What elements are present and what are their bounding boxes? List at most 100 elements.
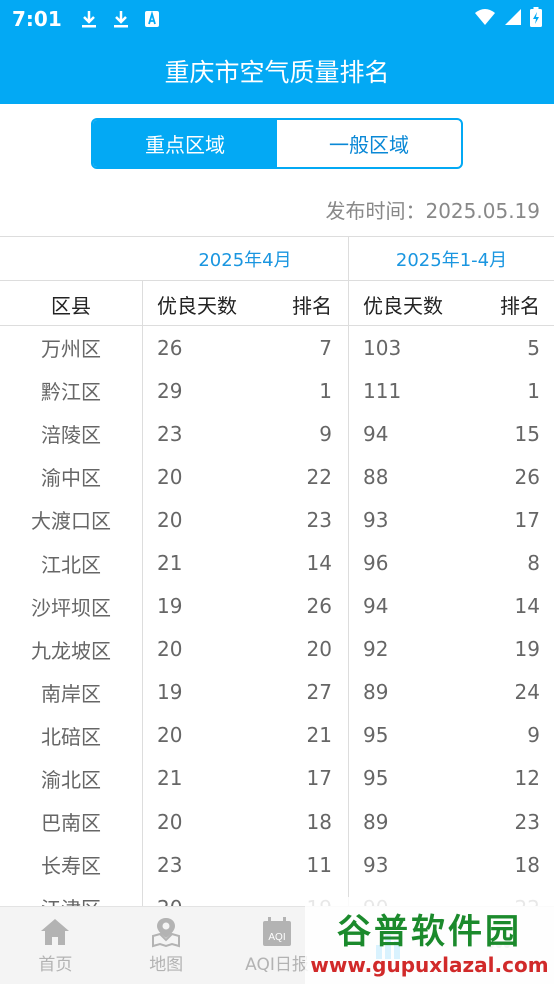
cell-rank-cumulative: 26 <box>514 464 540 489</box>
cell-district: 巴南区 <box>41 811 101 836</box>
cell-district: 长寿区 <box>41 854 101 879</box>
cell-good-days: 20 <box>157 464 183 489</box>
status-time: 7:01 <box>12 7 62 31</box>
table-row: 万州区 26 7 103 5 <box>0 326 554 369</box>
cell-good-days-cumulative: 89 <box>363 809 389 834</box>
cell-rank-cumulative: 8 <box>527 551 540 576</box>
cell-rank-cumulative: 14 <box>514 594 540 619</box>
home-icon <box>39 916 71 948</box>
table-row: 黔江区 29 1 111 1 <box>0 369 554 412</box>
cell-rank-cumulative: 1 <box>527 378 540 403</box>
font-notification-icon <box>144 10 160 28</box>
cell-rank: 9 <box>319 421 332 446</box>
watermark-url: www.gupuxlazal.com <box>310 953 549 977</box>
cell-rank: 1 <box>319 378 332 403</box>
aqi-calendar-icon: AQI <box>261 916 293 948</box>
cell-good-days: 20 <box>157 507 183 532</box>
table-row: 南岸区 19 27 89 24 <box>0 671 554 714</box>
cell-good-days: 21 <box>157 551 183 576</box>
cell-rank: 18 <box>306 809 332 834</box>
table-row: 江北区 21 14 96 8 <box>0 541 554 584</box>
app-bar: 重庆市空气质量排名 <box>0 38 554 104</box>
table-row: 九龙坡区 20 20 92 19 <box>0 628 554 671</box>
cell-rank-cumulative: 17 <box>514 507 540 532</box>
ranking-table-body: 万州区 26 7 103 5 黔江区 29 1 111 1 涪陵区 23 9 94 15 渝中区 20 22 88 2… <box>0 326 554 929</box>
cell-district: 万州区 <box>41 337 101 362</box>
cell-good-days: 20 <box>157 637 183 662</box>
cell-rank-cumulative: 24 <box>514 680 540 705</box>
segment-key-region[interactable]: 重点区域 <box>93 120 277 167</box>
table-row: 涪陵区 23 9 94 15 <box>0 412 554 455</box>
cell-good-days-cumulative: 93 <box>363 507 389 532</box>
cell-good-days-cumulative: 103 <box>363 335 402 360</box>
table-row: 长寿区 23 11 93 18 <box>0 843 554 886</box>
cell-rank: 21 <box>306 723 332 748</box>
period-cumulative: 2025年1-4月 <box>395 250 508 271</box>
map-icon <box>150 916 182 948</box>
download-icon <box>80 9 98 29</box>
cell-rank: 17 <box>306 766 332 791</box>
table-row: 渝北区 21 17 95 12 <box>0 757 554 800</box>
cell-good-days-cumulative: 96 <box>363 551 389 576</box>
cell-good-days-cumulative: 95 <box>363 723 389 748</box>
cell-good-days: 23 <box>157 852 183 877</box>
page-title: 重庆市空气质量排名 <box>164 58 390 87</box>
cell-rank: 23 <box>306 507 332 532</box>
publish-date: 发布时间：2025.05.19 <box>325 199 540 223</box>
period-month: 2025年4月 <box>198 250 292 271</box>
cell-good-days: 19 <box>157 594 183 619</box>
table-top-divider <box>0 236 554 237</box>
cell-rank: 20 <box>306 637 332 662</box>
cell-rank: 7 <box>319 335 332 360</box>
segment-general-region[interactable]: 一般区域 <box>277 120 461 167</box>
column-header-rank-cumulative: 排名 <box>500 293 540 318</box>
cell-good-days: 23 <box>157 421 183 446</box>
region-segmented-control: 重点区域 一般区域 <box>91 118 463 169</box>
cell-rank-cumulative: 12 <box>514 766 540 791</box>
cell-district: 沙坪坝区 <box>31 595 111 620</box>
aqi-badge-text: AQI <box>268 932 285 943</box>
tab-label-aqi-daily: AQI日报 <box>245 955 309 975</box>
table-row: 大渡口区 20 23 93 17 <box>0 498 554 541</box>
cell-district: 渝中区 <box>41 466 101 491</box>
cell-district: 江北区 <box>41 552 101 577</box>
tab-home[interactable]: 首页 <box>0 907 111 984</box>
column-header-good-days: 优良天数 <box>157 293 237 318</box>
cell-district: 大渡口区 <box>31 509 111 534</box>
signal-icon <box>504 8 522 30</box>
cell-district: 九龙坡区 <box>31 638 111 663</box>
cell-good-days-cumulative: 95 <box>363 766 389 791</box>
status-bar: 7:01 <box>0 0 554 38</box>
cell-good-days-cumulative: 92 <box>363 637 389 662</box>
cell-rank-cumulative: 9 <box>527 723 540 748</box>
cell-rank-cumulative: 5 <box>527 335 540 360</box>
download-icon <box>112 9 130 29</box>
table-row: 沙坪坝区 19 26 94 14 <box>0 585 554 628</box>
table-row: 北碚区 20 21 95 9 <box>0 714 554 757</box>
period-divider <box>0 280 554 281</box>
watermark: 谷普软件园 www.gupuxlazal.com <box>305 897 554 984</box>
cell-district: 黔江区 <box>41 380 101 405</box>
cell-good-days: 29 <box>157 378 183 403</box>
cell-rank: 14 <box>306 551 332 576</box>
cell-good-days: 21 <box>157 766 183 791</box>
cell-good-days: 19 <box>157 680 183 705</box>
cell-good-days-cumulative: 111 <box>363 378 402 403</box>
cell-rank-cumulative: 15 <box>514 421 540 446</box>
cell-rank: 27 <box>306 680 332 705</box>
cell-rank-cumulative: 19 <box>514 637 540 662</box>
cell-good-days-cumulative: 93 <box>363 852 389 877</box>
table-row: 渝中区 20 22 88 26 <box>0 455 554 498</box>
tab-map[interactable]: 地图 <box>111 907 222 984</box>
cell-good-days-cumulative: 94 <box>363 421 389 446</box>
column-header-rank: 排名 <box>292 293 332 318</box>
cell-rank-cumulative: 23 <box>514 809 540 834</box>
battery-icon <box>530 7 542 31</box>
cell-good-days-cumulative: 94 <box>363 594 389 619</box>
cell-rank: 22 <box>306 464 332 489</box>
cell-rank: 11 <box>306 852 332 877</box>
cell-district: 北碚区 <box>41 724 101 749</box>
wifi-icon <box>474 8 496 30</box>
cell-good-days-cumulative: 89 <box>363 680 389 705</box>
cell-rank-cumulative: 18 <box>514 852 540 877</box>
